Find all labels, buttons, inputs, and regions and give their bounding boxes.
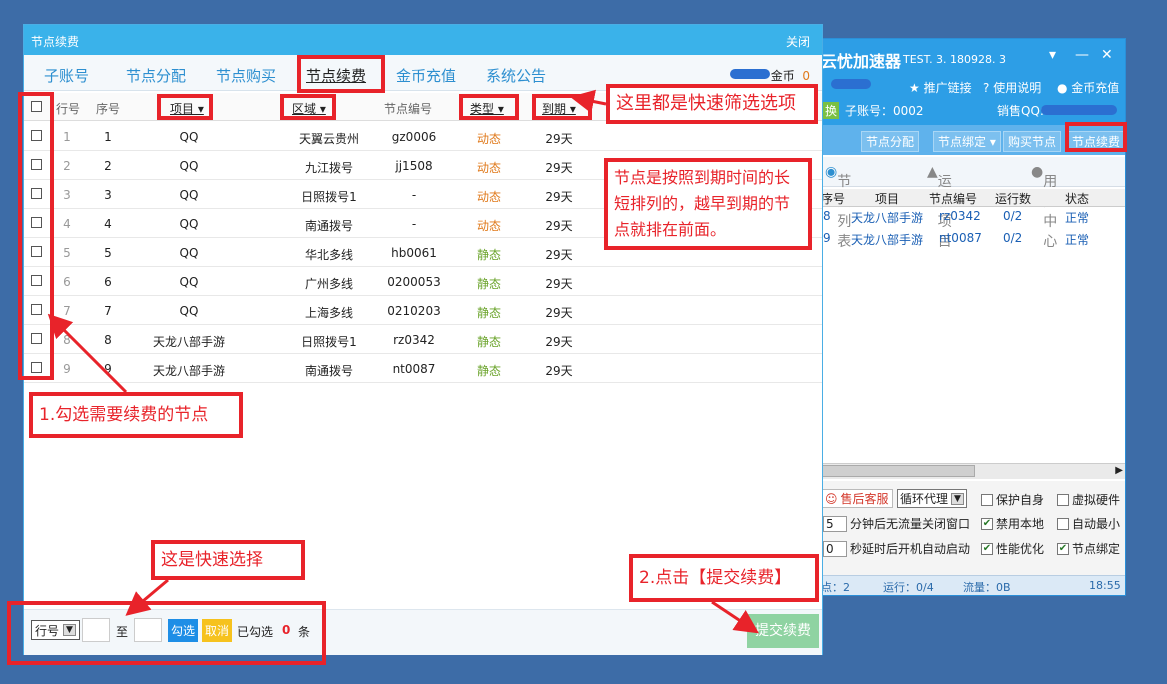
arrow-checkbox — [47, 313, 128, 394]
annotation-arrows — [47, 89, 759, 634]
arrow-submit — [711, 600, 759, 634]
arrow-quick-select — [125, 578, 169, 616]
arrow-filter — [570, 89, 607, 114]
